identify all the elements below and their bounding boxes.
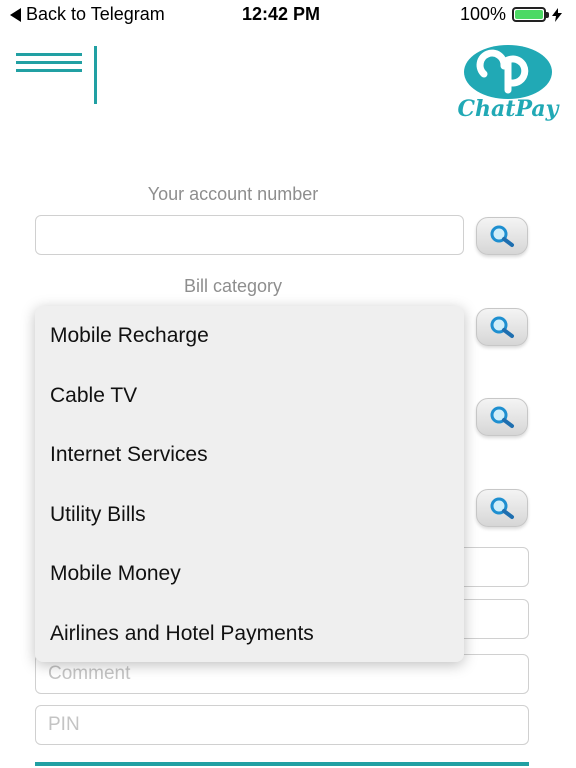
search-icon (490, 406, 514, 428)
search-icon (490, 316, 514, 338)
back-arrow-icon (10, 7, 21, 22)
chatpay-logo: ChatPay (456, 44, 560, 128)
battery-indicator: 100% (460, 4, 562, 25)
dropdown-option[interactable]: Mobile Recharge (50, 324, 209, 348)
dropdown-option[interactable]: Mobile Money (50, 562, 181, 586)
battery-percent: 100% (459, 4, 506, 24)
account-number-label: Your account number (147, 184, 319, 204)
charging-bolt-icon (552, 7, 562, 22)
chatpay-logo-icon (464, 45, 552, 99)
bill-category-search-button[interactable] (476, 308, 528, 346)
back-to-telegram-link[interactable]: Back to Telegram (10, 4, 165, 25)
dropdown-option[interactable]: Utility Bills (50, 503, 146, 527)
search-icon (490, 225, 514, 247)
bottom-accent-bar (35, 762, 529, 766)
account-number-input[interactable] (35, 215, 464, 255)
biller-search-button[interactable] (476, 398, 528, 436)
header-divider (94, 46, 97, 104)
search-icon (490, 497, 514, 519)
battery-icon (512, 7, 549, 22)
status-time: 12:42 PM (242, 4, 321, 24)
service-search-button[interactable] (476, 489, 528, 527)
dropdown-option[interactable]: Airlines and Hotel Payments (50, 622, 314, 646)
bill-category-dropdown: Mobile Recharge Cable TV Internet Servic… (35, 306, 464, 662)
dropdown-option[interactable]: Internet Services (50, 443, 208, 467)
pin-input[interactable]: PIN (35, 705, 529, 745)
hamburger-menu-icon[interactable] (16, 53, 86, 77)
status-bar: Back to Telegram 12:42 PM 100% (0, 0, 576, 28)
account-search-button[interactable] (476, 217, 528, 255)
back-label: Back to Telegram (26, 4, 165, 24)
dropdown-option[interactable]: Cable TV (50, 384, 137, 408)
logo-text: ChatPay (457, 96, 559, 122)
bill-category-label: Bill category (183, 276, 283, 296)
